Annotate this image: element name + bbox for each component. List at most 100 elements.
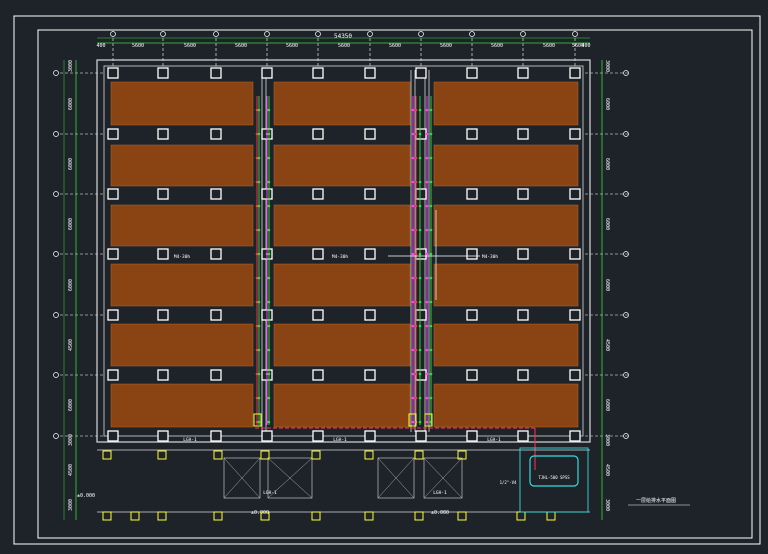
column-r4-c7 <box>466 309 478 321</box>
column-r6-c3 <box>261 430 273 442</box>
pipe-fitting-5-350 <box>414 348 418 352</box>
column-r1-c1 <box>157 128 169 140</box>
pipe-fitting-3-302 <box>267 300 271 304</box>
right-dim-span-1: 6000 <box>604 98 610 110</box>
pipe-fitting-6-326 <box>418 324 422 328</box>
pipe-fitting-5-158 <box>414 156 418 160</box>
pipe-fitting-5-254 <box>414 252 418 256</box>
pipe-fitting-8-206 <box>429 204 433 208</box>
beam-mark-3: LGH-1 <box>263 490 277 496</box>
left-dim-span-8: 4500 <box>68 464 74 476</box>
panel-r5-c2 <box>433 383 579 428</box>
beam-mark-2: LGH-1 <box>487 437 501 443</box>
right-dim-span-7: 3000 <box>604 434 610 446</box>
pipe-fitting-4-302 <box>411 300 415 304</box>
pipe-fitting-3-110 <box>267 108 271 112</box>
right-dim-span-3: 6000 <box>604 218 610 230</box>
pipe-fitting-1-134 <box>257 132 261 136</box>
column-r6-c4 <box>312 430 324 442</box>
top-dim-span-1: 5600 <box>132 43 144 49</box>
pipe-fitting-8-302 <box>429 300 433 304</box>
panel-r1-c2 <box>433 144 579 187</box>
pipe-fitting-1-110 <box>257 108 261 112</box>
column-r0-c3 <box>261 67 273 79</box>
left-dim-span-9: 3000 <box>68 499 74 511</box>
pipe-fitting-8-398 <box>429 396 433 400</box>
top-dim-span-7: 5600 <box>440 43 452 49</box>
level-mark-1: ±0.000 <box>431 510 449 516</box>
pipe-fitting-6-398 <box>418 396 422 400</box>
column-r0-c9 <box>569 67 581 79</box>
column-r4-c5 <box>364 309 376 321</box>
top-dim-span-6: 5600 <box>389 43 401 49</box>
column-r6-c9 <box>569 430 581 442</box>
pipe-fitting-1-302 <box>257 300 261 304</box>
column-r1-c5 <box>364 128 376 140</box>
panel-r0-c0 <box>110 81 254 126</box>
pipe-fitting-7-134 <box>425 132 429 136</box>
pipe-fitting-6-422 <box>418 420 422 424</box>
pipe-fitting-8-350 <box>429 348 433 352</box>
column-r6-c8 <box>517 430 529 442</box>
pipe-fitting-4-254 <box>411 252 415 256</box>
pipe-fitting-1-350 <box>257 348 261 352</box>
pipe-fitting-7-254 <box>425 252 429 256</box>
column-r3-c0 <box>107 248 119 260</box>
pipe-fitting-5-230 <box>414 228 418 232</box>
pipe-fitting-8-374 <box>429 372 433 376</box>
pipe-fitting-5-134 <box>414 132 418 136</box>
pipe-fitting-6-182 <box>418 180 422 184</box>
pipe-fitting-7-398 <box>425 396 429 400</box>
pipe-fitting-1-422 <box>257 420 261 424</box>
column-r6-c1 <box>157 430 169 442</box>
pipe-fitting-6-350 <box>418 348 422 352</box>
left-dim-span-3: 6000 <box>68 218 74 230</box>
top-total-dim: 54350 <box>334 33 352 40</box>
pipe-fitting-7-422 <box>425 420 429 424</box>
column-r5-c2 <box>210 369 222 381</box>
pipe-fitting-7-182 <box>425 180 429 184</box>
pipe-fitting-1-398 <box>257 396 261 400</box>
right-dim-span-0: 3000 <box>604 60 610 72</box>
level-mark-0: ±0.000 <box>251 510 269 516</box>
pipe-fitting-1-182 <box>257 180 261 184</box>
column-r0-c4 <box>312 67 324 79</box>
column-r3-c5 <box>364 248 376 260</box>
pipe-fitting-3-374 <box>267 372 271 376</box>
pipe-fitting-7-326 <box>425 324 429 328</box>
pipe-fitting-4-326 <box>411 324 415 328</box>
top-dim-span-5: 5600 <box>338 43 350 49</box>
column-r3-c4 <box>312 248 324 260</box>
panel-r2-c2 <box>433 204 579 247</box>
pipe-fitting-3-158 <box>267 156 271 160</box>
pipe-fitting-6-158 <box>418 156 422 160</box>
left-dim-span-1: 6000 <box>68 98 74 110</box>
room-label-0: M4-30h <box>174 254 191 260</box>
top-dim-span-8: 5600 <box>491 43 503 49</box>
pipe-fitting-1-158 <box>257 156 261 160</box>
column-r3-c1 <box>157 248 169 260</box>
column-r3-c8 <box>517 248 529 260</box>
pipe-fitting-6-302 <box>418 300 422 304</box>
panel-r3-c2 <box>433 263 579 307</box>
cad-drawing-canvas[interactable]: 54350 400 5600 5600 5600 5600 5600 5600 5600 5600… <box>0 0 768 550</box>
column-r3-c9 <box>569 248 581 260</box>
pipe-fitting-1-254 <box>257 252 261 256</box>
column-r2-c0 <box>107 188 119 200</box>
panel-r0-c2 <box>433 81 579 126</box>
left-dim-span-2: 6000 <box>68 158 74 170</box>
panel-r5-c1 <box>273 383 411 428</box>
top-dim-span-2: 5600 <box>184 43 196 49</box>
pipe-fitting-8-110 <box>429 108 433 112</box>
pipe-fitting-1-374 <box>257 372 261 376</box>
beam-mark-1: LGH-1 <box>333 437 347 443</box>
column-r1-c4 <box>312 128 324 140</box>
pipe-fitting-5-374 <box>414 372 418 376</box>
column-r0-c1 <box>157 67 169 79</box>
column-r1-c0 <box>107 128 119 140</box>
top-dim-span-11: 400 <box>581 43 590 49</box>
panel-r4-c0 <box>110 323 254 367</box>
left-dim-span-7: 3000 <box>68 434 74 446</box>
pipe-fitting-1-326 <box>257 324 261 328</box>
pipe-fitting-5-326 <box>414 324 418 328</box>
